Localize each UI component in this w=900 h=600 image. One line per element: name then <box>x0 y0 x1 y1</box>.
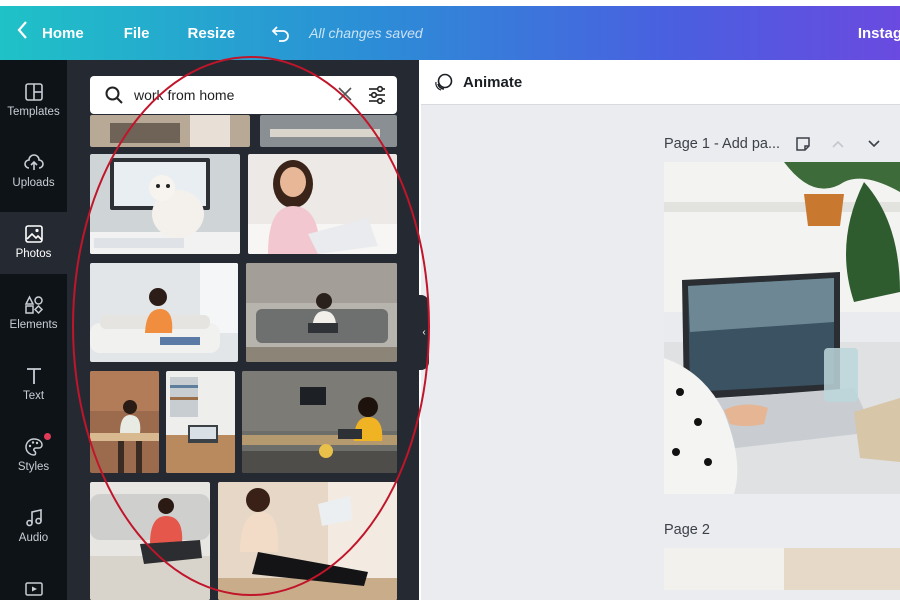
chevron-up-icon[interactable] <box>831 138 845 150</box>
file-menu[interactable]: File <box>124 25 150 42</box>
nav-elements[interactable]: Elements <box>0 283 67 345</box>
photo-thumbnail[interactable] <box>90 482 210 600</box>
chevron-down-icon[interactable] <box>867 138 881 150</box>
nav-text[interactable]: Text <box>0 354 67 416</box>
nav-label: Uploads <box>12 177 55 189</box>
side-nav: Templates Uploads Photos Elements Text S… <box>0 60 67 600</box>
photo-thumbnail[interactable] <box>218 482 397 600</box>
elements-icon <box>24 295 43 315</box>
save-status: All changes saved <box>309 25 423 41</box>
resize-button[interactable]: Resize <box>188 25 236 42</box>
home-button[interactable]: Home <box>42 25 84 42</box>
photo-thumbnail[interactable] <box>90 154 240 254</box>
photo-thumbnail[interactable] <box>242 371 397 473</box>
photo-search-field[interactable]: work from home <box>90 76 397 114</box>
share-target-label[interactable]: Instag <box>858 25 900 42</box>
undo-icon[interactable] <box>271 23 291 43</box>
search-icon <box>105 86 123 104</box>
nav-label: Text <box>22 390 45 402</box>
nav-label: Photos <box>15 248 52 260</box>
filter-icon[interactable] <box>366 84 388 106</box>
horizontal-scrollbar[interactable] <box>421 592 900 600</box>
page-1-canvas[interactable] <box>664 162 900 494</box>
page-2-canvas[interactable] <box>664 548 900 590</box>
templates-icon <box>24 83 43 101</box>
photos-panel <box>67 60 419 600</box>
page-1-title[interactable]: Page 1 - Add pa... <box>664 136 780 152</box>
note-icon[interactable] <box>795 136 811 152</box>
collapse-panel-handle[interactable]: ‹ <box>419 295 429 370</box>
nav-templates[interactable]: Templates <box>0 70 67 132</box>
text-icon <box>26 368 41 384</box>
chevron-left-icon: ‹ <box>422 327 426 338</box>
nav-label: Audio <box>18 532 49 544</box>
chevron-left-icon[interactable] <box>16 20 32 46</box>
photo-thumbnail[interactable] <box>166 371 235 473</box>
photo-thumbnail[interactable] <box>90 371 159 473</box>
uploads-icon <box>23 154 44 170</box>
animate-button[interactable]: Animate <box>463 74 522 91</box>
nav-label: Styles <box>17 461 50 473</box>
animate-icon <box>435 73 453 91</box>
photo-thumbnail[interactable] <box>246 263 397 362</box>
search-input[interactable]: work from home <box>134 87 234 103</box>
video-icon <box>24 582 43 596</box>
nav-audio[interactable]: Audio <box>0 496 67 558</box>
nav-videos[interactable] <box>0 567 67 600</box>
photo-thumbnail[interactable] <box>90 115 250 147</box>
audio-icon <box>25 509 42 527</box>
notification-dot <box>44 433 51 440</box>
styles-icon <box>24 438 43 456</box>
nav-styles[interactable]: Styles <box>0 425 67 487</box>
nav-label: Templates <box>7 106 60 118</box>
nav-label: Elements <box>9 319 58 331</box>
page-2-title[interactable]: Page 2 <box>664 522 710 538</box>
editor-app: Home File Resize All changes saved Insta… <box>0 0 900 600</box>
close-icon[interactable] <box>336 85 354 103</box>
photo-thumbnail[interactable] <box>248 154 397 254</box>
animate-toolbar: Animate <box>421 60 900 105</box>
nav-photos[interactable]: Photos <box>0 212 67 274</box>
photos-icon <box>24 225 43 243</box>
top-bar: Home File Resize All changes saved Insta… <box>0 6 900 60</box>
photo-thumbnail[interactable] <box>90 263 238 362</box>
photo-thumbnail[interactable] <box>260 115 397 147</box>
canvas-area: Animate Page 1 - Add pa... Page 2 <box>421 60 900 600</box>
nav-uploads[interactable]: Uploads <box>0 141 67 203</box>
